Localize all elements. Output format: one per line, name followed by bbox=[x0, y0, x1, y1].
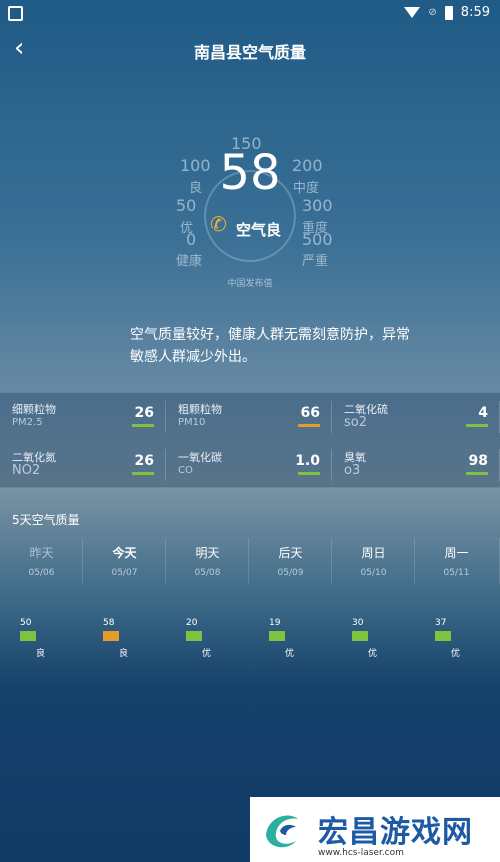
pollutant-code: PM2.5 bbox=[12, 417, 43, 428]
tick-500: 500 bbox=[302, 230, 333, 249]
pollutant-code: NO2 bbox=[12, 463, 41, 478]
day-aqi: 50 bbox=[20, 618, 32, 628]
day-name: 明天 bbox=[195, 546, 220, 560]
forecast-day[interactable]: 昨天 05/06 50 良 bbox=[0, 538, 83, 670]
day-level: 优 bbox=[368, 649, 378, 659]
pollutant-so2: 二氧化硫 so2 4 bbox=[332, 393, 500, 441]
tick-300: 300 bbox=[302, 196, 333, 215]
forecast-day[interactable]: 后天 05/09 19 优 bbox=[249, 538, 332, 670]
day-name: 昨天 bbox=[29, 546, 54, 560]
tick-0-label: 健康 bbox=[176, 254, 203, 269]
day-level: 良 bbox=[36, 649, 46, 659]
pollutant-pm10: 粗颗粒物 PM10 66 bbox=[166, 393, 332, 441]
day-level: 优 bbox=[202, 649, 212, 659]
pollutant-name: 粗颗粒物 bbox=[178, 403, 222, 416]
day-level: 优 bbox=[285, 649, 295, 659]
forecast-day[interactable]: 周日 05/10 30 优 bbox=[332, 538, 415, 670]
pollutant-code: o3 bbox=[344, 463, 361, 478]
day-date: 05/11 bbox=[443, 568, 470, 578]
wifi-icon bbox=[404, 7, 421, 18]
pollutant-pm25: 细颗粒物 PM2.5 26 bbox=[0, 393, 166, 441]
day-date: 05/10 bbox=[360, 568, 387, 578]
pollutant-level-bar bbox=[466, 424, 488, 427]
page-title: 南昌县空气质量 bbox=[193, 43, 306, 62]
header: ‹ 南昌县空气质量 bbox=[0, 34, 500, 66]
day-aqi: 20 bbox=[186, 618, 198, 628]
aqi-gauge: 150 100 良 200 中度 50 优 300 重度 0 健康 500 严重… bbox=[0, 130, 500, 300]
dragon-logo-icon bbox=[266, 815, 298, 848]
watermark-text: 宏昌游戏网 bbox=[318, 815, 473, 850]
day-aqi: 30 bbox=[352, 618, 364, 628]
pollutant-level-bar bbox=[298, 424, 320, 427]
forecast-title: 5天空气质量 bbox=[12, 513, 80, 527]
pollutant-level-bar bbox=[466, 472, 488, 475]
pollutant-level-bar bbox=[298, 472, 320, 475]
pollutant-name: 细颗粒物 bbox=[12, 403, 56, 416]
forecast-day[interactable]: 明天 05/08 20 优 bbox=[166, 538, 249, 670]
watermark-url: www.hcs-laser.com bbox=[318, 848, 404, 858]
day-level: 良 bbox=[119, 649, 129, 659]
pollutant-name: 一氧化碳 bbox=[178, 451, 222, 464]
day-level: 优 bbox=[451, 649, 461, 659]
pollutant-value: 26 bbox=[134, 453, 154, 469]
status-indicators: ⊘ 8:59 bbox=[404, 5, 490, 20]
pollutant-code: PM10 bbox=[178, 417, 206, 428]
day-date: 05/08 bbox=[194, 568, 221, 578]
pollutant-co: 一氧化碳 CO 1.0 bbox=[166, 441, 332, 489]
day-aqi-bar bbox=[20, 631, 36, 641]
battery-icon bbox=[444, 5, 453, 20]
phone-icon: ✆ bbox=[210, 212, 227, 236]
tick-500-label: 严重 bbox=[302, 254, 329, 269]
day-aqi: 58 bbox=[103, 618, 115, 628]
forecast-day[interactable]: 周一 05/11 37 优 bbox=[415, 538, 500, 670]
day-date: 05/09 bbox=[277, 568, 304, 578]
pollutant-grid: 细颗粒物 PM2.5 26 粗颗粒物 PM10 66 二氧化硫 so2 4 二氧… bbox=[0, 392, 500, 488]
day-aqi: 37 bbox=[435, 618, 447, 628]
tick-50: 50 bbox=[176, 196, 197, 215]
watermark: 宏昌游戏网 www.hcs-laser.com bbox=[250, 797, 500, 862]
day-aqi-bar bbox=[269, 631, 285, 641]
day-date: 05/07 bbox=[111, 568, 138, 578]
pollutant-value: 1.0 bbox=[295, 453, 320, 469]
forecast-list: 昨天 05/06 50 良 今天 05/07 58 良 明天 05/08 20 … bbox=[0, 538, 500, 673]
aqi-value: 58 bbox=[219, 145, 281, 201]
day-aqi: 19 bbox=[269, 618, 281, 628]
pollutant-code: CO bbox=[178, 465, 193, 476]
pollutant-level-bar bbox=[132, 424, 154, 427]
publisher-note: 中国发布值 bbox=[227, 279, 273, 289]
pollutant-value: 4 bbox=[478, 405, 488, 421]
status-bar: ⊘ 8:59 bbox=[0, 0, 500, 28]
day-aqi-bar bbox=[435, 631, 451, 641]
day-name: 周日 bbox=[361, 546, 386, 560]
pollutant-level-bar bbox=[132, 472, 154, 475]
pollutant-value: 98 bbox=[468, 453, 488, 469]
day-aqi-bar bbox=[186, 631, 202, 641]
day-aqi-bar bbox=[103, 631, 119, 641]
notification-icon bbox=[8, 6, 23, 21]
day-name: 后天 bbox=[278, 546, 303, 560]
pollutant-value: 26 bbox=[134, 405, 154, 421]
air-quality-description: 空气质量较好，健康人群无需刻意防护，异常敏感人群减少外出。 bbox=[130, 327, 410, 365]
tick-0: 0 bbox=[186, 230, 197, 249]
status-time: 8:59 bbox=[460, 5, 490, 20]
pollutant-code: so2 bbox=[344, 415, 367, 430]
day-name: 周一 bbox=[444, 546, 469, 560]
pollutant-value: 66 bbox=[300, 405, 320, 421]
forecast-day[interactable]: 今天 05/07 58 良 bbox=[83, 538, 166, 670]
pollutant-no2: 二氧化氮 NO2 26 bbox=[0, 441, 166, 489]
day-name: 今天 bbox=[112, 546, 137, 560]
pollutant-o3: 臭氧 o3 98 bbox=[332, 441, 500, 489]
day-date: 05/06 bbox=[28, 568, 55, 578]
aqi-level: 空气良 bbox=[236, 221, 282, 239]
no-signal-icon: ⊘ bbox=[428, 7, 437, 18]
day-aqi-bar bbox=[352, 631, 368, 641]
